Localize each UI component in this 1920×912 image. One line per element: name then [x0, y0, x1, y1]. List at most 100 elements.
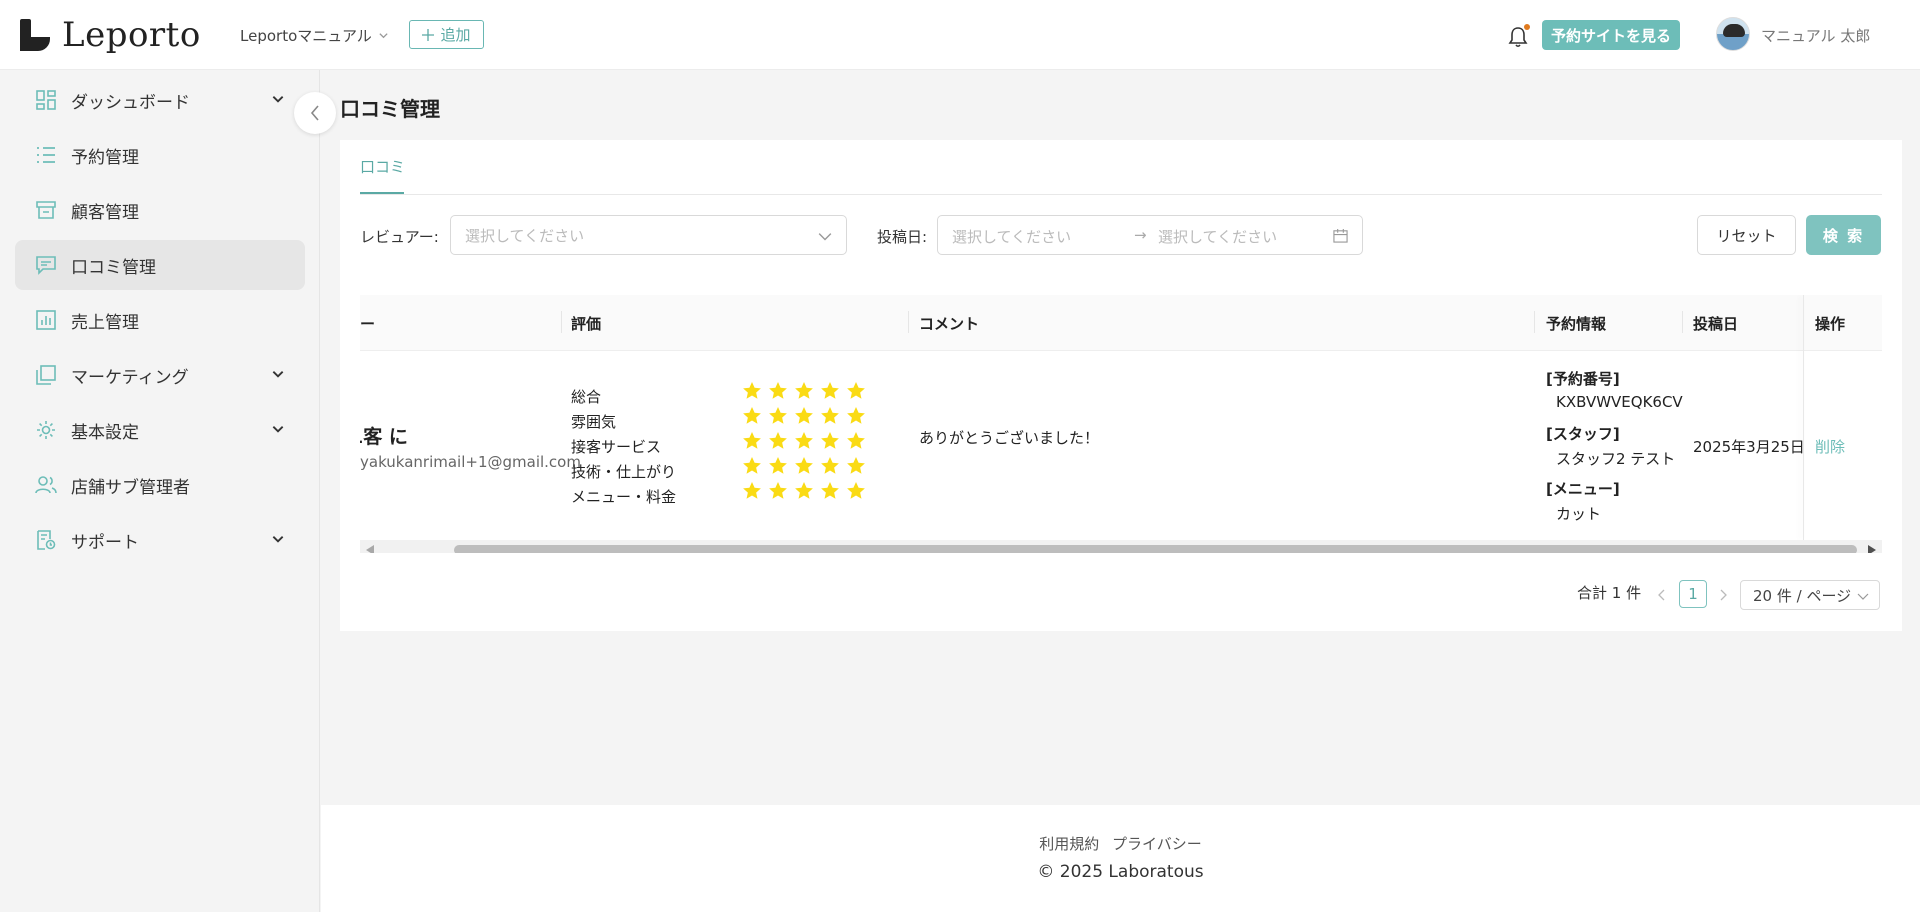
users-icon — [35, 474, 57, 496]
logo-mark-icon — [20, 19, 50, 51]
date-end-input[interactable]: 選択してください — [1158, 226, 1277, 247]
view-booking-site-button[interactable]: 予約サイトを見る — [1542, 20, 1680, 50]
chevron-down-icon — [818, 233, 832, 241]
top-header: Leporto Leportoマニュアル 追加 予約サイトを見る マニュアル 太… — [0, 0, 1920, 70]
pagination-total: 合計 1 件 — [1577, 584, 1642, 602]
reset-button[interactable]: リセット — [1697, 215, 1796, 255]
column-header-reservation: 予約情報 — [1546, 315, 1607, 333]
star-icon — [769, 432, 787, 449]
notification-bell-icon[interactable] — [1508, 24, 1530, 48]
table-header: ー 評価 コメント 予約情報 投稿日 操作 — [360, 295, 1882, 351]
shop-selector[interactable]: Leportoマニュアル — [240, 25, 389, 46]
reservation-number-label: [予約番号] — [1546, 370, 1620, 388]
star-rating — [743, 382, 865, 399]
reviewer-select[interactable]: 選択してください — [450, 215, 847, 255]
star-icon — [821, 407, 839, 424]
rating-label-technique: 技術・仕上がり — [571, 463, 677, 481]
sidebar: ダッシュボード 予約管理 顧客管理 口コミ管理 売上管理 マーケティング 基本設… — [0, 70, 320, 912]
star-icon — [821, 432, 839, 449]
footer: 利用規約 プライバシー © 2025 Laboratous — [321, 805, 1920, 912]
horizontal-scrollbar[interactable] — [360, 540, 1882, 553]
star-icon — [847, 407, 865, 424]
review-comment: ありがとうございました！ — [919, 429, 1100, 447]
star-icon — [743, 457, 761, 474]
sidebar-item-reviews[interactable]: 口コミ管理 — [15, 240, 305, 290]
add-button-label: 追加 — [440, 26, 471, 44]
sidebar-collapse-button[interactable] — [294, 92, 336, 134]
star-icon — [795, 482, 813, 499]
sidebar-item-label: 顧客管理 — [71, 202, 139, 223]
chevron-down-icon — [272, 96, 284, 103]
rating-label-atmosphere: 雰囲気 — [571, 413, 617, 431]
logo-text: Leporto — [62, 15, 201, 55]
sidebar-item-sales[interactable]: 売上管理 — [15, 295, 305, 345]
scroll-left-icon[interactable] — [366, 545, 374, 553]
rating-label-overall: 総合 — [571, 388, 602, 406]
reviewer-select-placeholder: 選択してください — [465, 226, 585, 245]
sidebar-item-reservations[interactable]: 予約管理 — [15, 130, 305, 180]
sidebar-item-marketing[interactable]: マーケティング — [15, 350, 305, 400]
reservation-staff: スタッフ2 テスト — [1556, 450, 1676, 468]
add-button[interactable]: 追加 — [409, 20, 484, 49]
delete-link[interactable]: 削除 — [1815, 436, 1845, 457]
rating-label-service: 接客サービス — [571, 438, 662, 456]
chevron-down-icon — [379, 33, 388, 39]
date-start-input[interactable]: 選択してください — [952, 226, 1071, 247]
sidebar-item-settings[interactable]: 基本設定 — [15, 405, 305, 455]
sidebar-item-sub-admins[interactable]: 店舗サブ管理者 — [15, 460, 305, 510]
star-icon — [795, 407, 813, 424]
scroll-right-icon[interactable] — [1868, 545, 1876, 553]
star-icon — [795, 432, 813, 449]
star-icon — [795, 457, 813, 474]
star-icon — [795, 382, 813, 399]
sidebar-item-dashboard[interactable]: ダッシュボード — [15, 75, 305, 125]
copyright: © 2025 Laboratous — [1037, 862, 1204, 882]
page-size-select[interactable]: 20 件 / ページ — [1740, 580, 1880, 610]
avatar[interactable] — [1716, 17, 1750, 51]
sidebar-item-label: サポート — [71, 532, 139, 553]
star-icon — [847, 482, 865, 499]
tab-divider — [360, 194, 1882, 195]
star-rating — [743, 432, 865, 449]
page-number-button[interactable]: 1 — [1679, 580, 1707, 608]
chevron-down-icon — [272, 426, 284, 433]
privacy-link[interactable]: プライバシー — [1112, 835, 1202, 853]
sidebar-item-label: 基本設定 — [71, 422, 139, 443]
scrollbar-thumb[interactable] — [454, 545, 1857, 553]
reviewer-email: yakukanrimail+1@gmail.com — [360, 453, 581, 471]
app-logo[interactable]: Leporto — [20, 15, 201, 55]
search-button[interactable]: 検 索 — [1806, 215, 1881, 255]
star-icon — [847, 432, 865, 449]
star-icon — [743, 482, 761, 499]
sidebar-item-customers[interactable]: 顧客管理 — [15, 185, 305, 235]
calendar-icon — [1333, 228, 1348, 243]
star-icon — [743, 407, 761, 424]
chevron-left-icon — [310, 105, 319, 121]
sidebar-item-label: マーケティング — [71, 367, 189, 388]
user-name[interactable]: マニュアル 太郎 — [1761, 25, 1870, 46]
reservation-menu: カット — [1556, 505, 1602, 523]
star-icon — [769, 482, 787, 499]
reviewer-filter-label: レビュアー: — [360, 228, 439, 246]
rating-label-menu-price: メニュー・料金 — [571, 488, 677, 506]
reservation-menu-label: [メニュー] — [1546, 480, 1620, 498]
terms-link[interactable]: 利用規約 — [1039, 835, 1099, 853]
star-icon — [821, 382, 839, 399]
chevron-down-icon — [1857, 593, 1869, 600]
chevron-down-icon — [272, 371, 284, 378]
shop-selector-label: Leportoマニュアル — [240, 27, 372, 45]
dashboard-icon — [35, 89, 57, 111]
star-icon — [769, 407, 787, 424]
sidebar-item-label: ダッシュボード — [71, 92, 190, 113]
column-header-reviewer: ー — [360, 315, 376, 333]
column-separator — [561, 311, 562, 333]
prev-page-icon[interactable] — [1657, 589, 1667, 601]
gear-icon — [35, 419, 57, 441]
star-icon — [821, 457, 839, 474]
copy-icon — [35, 364, 57, 386]
next-page-icon[interactable] — [1718, 589, 1728, 601]
footer-links: 利用規約 プライバシー — [321, 833, 1920, 854]
sidebar-item-support[interactable]: サポート — [15, 515, 305, 565]
post-date-range-picker[interactable]: 選択してください → 選択してください — [937, 215, 1363, 255]
tab-reviews[interactable]: 口コミ — [360, 156, 405, 177]
